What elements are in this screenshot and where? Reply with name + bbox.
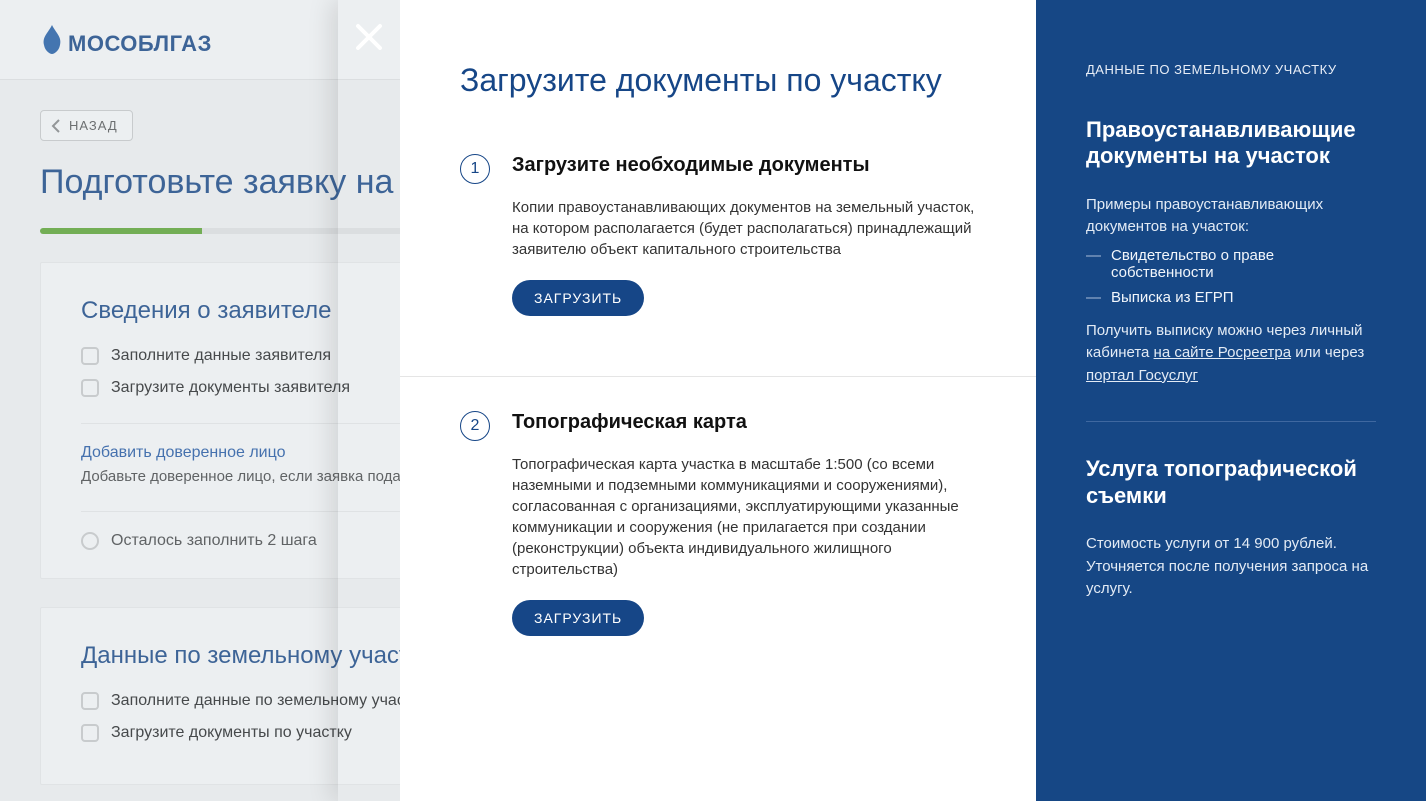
logo: МОСОБЛГАЗ xyxy=(40,23,212,57)
checkbox-icon xyxy=(81,724,99,742)
info-bullet-2: Выписка из ЕГРП xyxy=(1086,289,1376,306)
step-1-text: Копии правоустанавливающих документов на… xyxy=(512,197,986,260)
step-2-text: Топографическая карта участка в масштабе… xyxy=(512,454,986,580)
checkbox-icon xyxy=(81,379,99,397)
info-intro: Примеры правоустанавливающих документов … xyxy=(1086,194,1376,239)
info-panel: ДАННЫЕ ПО ЗЕМЕЛЬНОМУ УЧАСТКУ Правоустана… xyxy=(1036,0,1426,801)
info-service-text: Стоимость услуги от 14 900 рублей. Уточн… xyxy=(1086,533,1376,601)
upload-button-1[interactable]: ЗАГРУЗИТЬ xyxy=(512,280,644,316)
info-heading-2: Услуга топографической съемки xyxy=(1086,456,1376,509)
checkbox-icon xyxy=(81,347,99,365)
step-1-heading: Загрузите необходимые документы xyxy=(512,154,986,177)
info-caption: ДАННЫЕ ПО ЗЕМЕЛЬНОМУ УЧАСТКУ xyxy=(1086,62,1376,77)
step-number-2: 2 xyxy=(460,411,490,441)
panel-divider xyxy=(400,376,1036,377)
upload-panel: Загрузите документы по участку 1 Загрузи… xyxy=(400,0,1036,801)
back-button[interactable]: НАЗАД xyxy=(40,110,133,141)
info-heading-1: Правоустанавливающие документы на участо… xyxy=(1086,117,1376,170)
step-number-1: 1 xyxy=(460,154,490,184)
info-bullet-1: Свидетельство о праве собственности xyxy=(1086,247,1376,281)
checkbox-icon xyxy=(81,692,99,710)
status-circle-icon xyxy=(81,532,99,550)
brand-text: МОСОБЛГАЗ xyxy=(68,31,212,57)
step-2-heading: Топографическая карта xyxy=(512,411,986,434)
chevron-left-icon xyxy=(51,119,61,133)
step-2: 2 Топографическая карта Топографическая … xyxy=(460,411,986,636)
overlay: Загрузите документы по участку 1 Загрузи… xyxy=(338,0,1426,801)
panel-title: Загрузите документы по участку xyxy=(460,62,986,99)
rosreestr-link[interactable]: на сайте Росреетра xyxy=(1154,344,1292,361)
gosuslugi-link[interactable]: портал Госуслуг xyxy=(1086,367,1198,384)
close-icon[interactable] xyxy=(354,22,384,57)
upload-button-2[interactable]: ЗАГРУЗИТЬ xyxy=(512,600,644,636)
info-links-line: Получить выписку можно через личный каби… xyxy=(1086,320,1376,388)
close-strip xyxy=(338,0,400,801)
back-label: НАЗАД xyxy=(69,118,118,133)
flame-icon xyxy=(40,23,64,57)
step-1: 1 Загрузите необходимые документы Копии … xyxy=(460,154,986,316)
